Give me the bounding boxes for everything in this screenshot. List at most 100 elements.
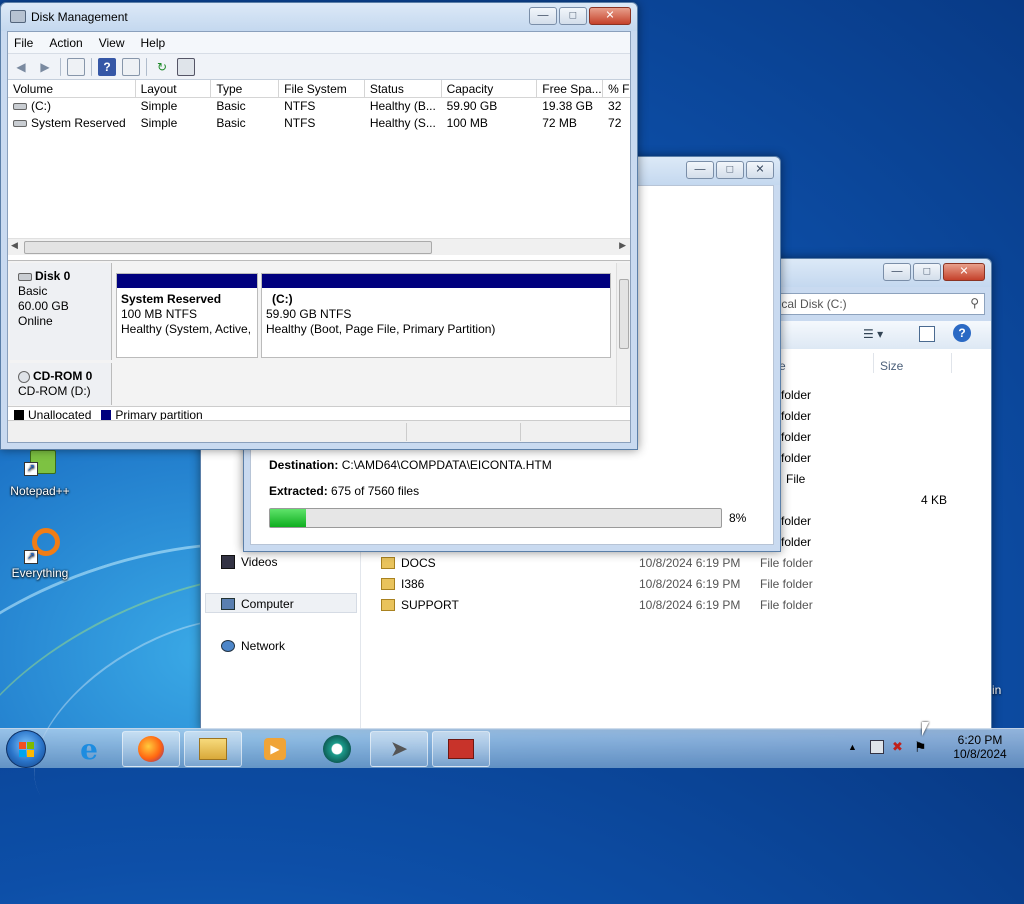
maximize-button[interactable]: □	[913, 263, 941, 281]
menu-file[interactable]: File	[14, 36, 33, 50]
close-icon: ✕	[755, 163, 765, 176]
minimize-button[interactable]: —	[686, 161, 714, 179]
media-player-icon: ▶	[264, 738, 286, 760]
search-box[interactable]: Local Disk (C:) ⚲	[761, 293, 985, 315]
scroll-thumb[interactable]	[24, 241, 432, 254]
menu-help[interactable]: Help	[141, 36, 166, 50]
column-header-filesystem[interactable]: File System	[279, 80, 365, 97]
cell-volume: System Reserved	[8, 115, 136, 132]
desktop-icon-everything[interactable]: ↗ Everything	[4, 528, 76, 580]
close-button[interactable]: ✕	[943, 263, 985, 281]
disk0-info[interactable]: Disk 0 Basic 60.00 GB Online	[10, 263, 112, 360]
column-header-status[interactable]: Status	[365, 80, 442, 97]
file-row-docs[interactable]: DOCS	[381, 556, 436, 570]
close-button[interactable]: ✕	[589, 7, 631, 25]
horizontal-scrollbar[interactable]: ◀ ▶	[8, 238, 630, 255]
minimize-icon: —	[891, 265, 903, 278]
file-type: File folder	[760, 556, 813, 570]
volume-row-c[interactable]: (C:) Simple Basic NTFS Healthy (B... 59.…	[8, 98, 630, 115]
volume-list-header: Volume Layout Type File System Status Ca…	[8, 80, 630, 98]
status-divider	[406, 423, 407, 441]
file-row-i386[interactable]: I386	[381, 577, 424, 591]
folder-icon	[381, 599, 395, 611]
partition-system-reserved[interactable]: System Reserved 100 MB NTFS Healthy (Sys…	[116, 273, 258, 358]
column-header-layout[interactable]: Layout	[136, 80, 212, 97]
disk-management-window[interactable]: Disk Management — □ ✕ File Action View H…	[0, 2, 638, 450]
disk-icon	[18, 272, 32, 281]
search-icon: ⚲	[970, 296, 979, 310]
help-book-icon[interactable]: ?	[98, 57, 116, 76]
properties-icon[interactable]	[122, 57, 140, 76]
console-tree-icon[interactable]	[67, 57, 85, 76]
partition-size: 100 MB NTFS	[121, 307, 198, 321]
toolbar-separator	[60, 57, 61, 76]
file-name: SUPPORT	[401, 598, 459, 612]
windows-logo-icon	[27, 742, 34, 749]
clock[interactable]: 6:20 PM 10/8/2024	[944, 733, 1016, 761]
nav-item-network[interactable]: Network	[221, 639, 285, 653]
volume-muted-icon[interactable]: ✖	[892, 739, 903, 755]
cdrom0-info[interactable]: CD-ROM 0 CD-ROM (D:)	[10, 363, 112, 405]
extracted-line: Extracted: 675 of 7560 files	[269, 484, 419, 498]
nav-item-computer[interactable]: Computer	[221, 597, 294, 611]
taskbar-media-player[interactable]: ▶	[246, 731, 304, 767]
desktop-icon-notepadpp[interactable]: ↗ Notepad++	[4, 446, 76, 498]
internet-explorer-icon: e	[80, 732, 98, 766]
show-hidden-icons-icon[interactable]: ▲	[848, 742, 857, 752]
taskbar-explorer[interactable]	[184, 731, 242, 767]
minimize-button[interactable]: —	[529, 7, 557, 25]
column-header-free-space[interactable]: Free Spa...	[537, 80, 604, 97]
cell-volume-text: System Reserved	[31, 116, 126, 130]
progress-bar	[269, 508, 722, 528]
minimize-icon: —	[537, 9, 549, 22]
disk-management-titlebar[interactable]: Disk Management — □ ✕	[1, 3, 637, 31]
taskbar-extractor[interactable]: ➤	[370, 731, 428, 767]
view-options-button[interactable]: ☰ ▾	[863, 327, 883, 341]
taskbar-app[interactable]	[308, 731, 366, 767]
maximize-button[interactable]: □	[559, 7, 587, 25]
column-divider	[873, 353, 874, 373]
rescan-disks-icon[interactable]	[177, 57, 195, 76]
help-icon[interactable]: ?	[953, 324, 971, 342]
file-row-support[interactable]: SUPPORT	[381, 598, 459, 612]
taskbar-disk-management[interactable]	[432, 731, 490, 767]
action-center-flag-icon[interactable]: ⚑	[914, 739, 927, 756]
scroll-thumb[interactable]	[619, 279, 629, 349]
menu-view[interactable]: View	[99, 36, 125, 50]
menu-action[interactable]: Action	[49, 36, 82, 50]
preview-pane-icon[interactable]	[919, 326, 935, 342]
forward-arrow-icon[interactable]: ▶	[36, 58, 54, 76]
column-header-capacity[interactable]: Capacity	[442, 80, 538, 97]
close-button[interactable]: ✕	[746, 161, 774, 179]
start-button[interactable]	[6, 730, 46, 768]
cell-layout: Simple	[140, 116, 178, 130]
vertical-scrollbar[interactable]	[616, 263, 630, 405]
taskbar-firefox[interactable]	[122, 731, 180, 767]
column-header-type[interactable]: Type	[211, 80, 280, 97]
maximize-button[interactable]: □	[716, 161, 744, 179]
refresh-icon[interactable]: ↻	[153, 58, 171, 76]
column-header-size[interactable]: Size	[880, 359, 903, 373]
minimize-icon: —	[694, 163, 706, 176]
cell-status: Healthy (B...	[369, 99, 436, 113]
column-header-volume[interactable]: Volume	[8, 80, 136, 97]
file-name: I386	[401, 577, 425, 591]
volume-row-system-reserved[interactable]: System Reserved Simple Basic NTFS Health…	[8, 115, 630, 132]
drive-icon	[13, 120, 27, 127]
close-icon: ✕	[959, 265, 969, 278]
minimize-button[interactable]: —	[883, 263, 911, 281]
file-type: folder	[781, 535, 812, 549]
column-header-percent-free[interactable]: % F	[603, 80, 630, 97]
scroll-right-icon[interactable]: ▶	[619, 240, 626, 251]
back-arrow-icon[interactable]: ◀	[12, 58, 30, 76]
cell-free-space: 19.38 GB	[542, 99, 593, 113]
disk0-state: Online	[18, 314, 53, 328]
file-size: 4 KB	[921, 493, 948, 507]
toolbar-separator	[146, 57, 147, 76]
network-tray-icon[interactable]	[870, 740, 884, 754]
scroll-left-icon[interactable]: ◀	[11, 240, 18, 251]
network-icon	[221, 640, 235, 652]
taskbar-internet-explorer[interactable]: e	[60, 731, 118, 767]
nav-item-videos[interactable]: Videos	[221, 555, 277, 569]
partition-c[interactable]: (C:) 59.90 GB NTFS Healthy (Boot, Page F…	[261, 273, 611, 358]
